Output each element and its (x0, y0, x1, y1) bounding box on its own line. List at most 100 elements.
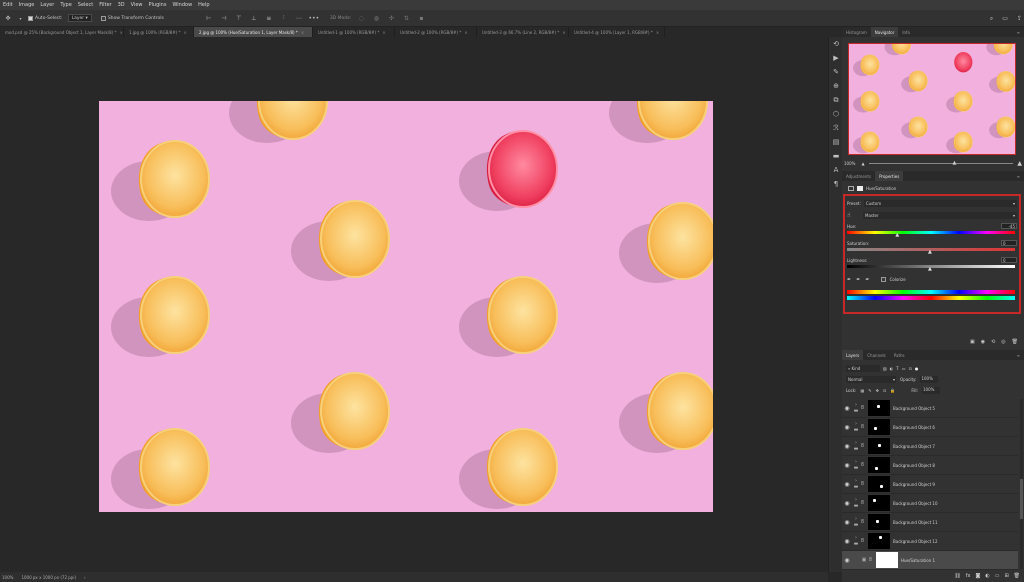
zoom-level[interactable]: 100% (2, 575, 13, 580)
eyedropper-icon[interactable]: ✒ (847, 277, 851, 283)
tab-navigator[interactable]: Navigator (870, 27, 899, 37)
menu-type[interactable]: Type (60, 2, 71, 8)
move-tool-icon[interactable]: ✥ (3, 13, 13, 23)
distribute-icon[interactable]: ⋯ (294, 13, 304, 23)
layer-row[interactable]: ◉ › ▬ 8 Background Object 10 (842, 494, 1018, 513)
filter-smart-icon[interactable]: ⊡ (909, 366, 912, 371)
layer-row[interactable]: ◉ › ▬ 8 Background Object 7 (842, 437, 1018, 456)
eye-icon[interactable]: ◉ (842, 405, 852, 412)
tab-paths[interactable]: Paths (890, 350, 909, 360)
filter-type-icon[interactable]: T (896, 366, 898, 371)
eye-icon[interactable]: ◉ (842, 519, 852, 526)
tab-adjustments[interactable]: Adjustments (842, 171, 875, 181)
menu-filter[interactable]: Filter (99, 2, 111, 8)
align-right-icon[interactable]: ⊤ (234, 13, 244, 23)
filter-kind-dropdown[interactable]: ⌕ Kind (846, 364, 880, 372)
fill-input[interactable]: 100% (922, 386, 941, 394)
eyedropper-plus-icon[interactable]: ✒ (856, 277, 860, 283)
share-icon[interactable]: ⇪ (1017, 15, 1022, 22)
3d-icon[interactable]: ⬡ (829, 107, 843, 121)
paths-icon[interactable]: ℛ (829, 121, 843, 135)
align-left-icon[interactable]: ⊢ (204, 13, 214, 23)
swatches-icon[interactable]: ▤ (829, 135, 843, 149)
new-layer-icon[interactable]: ⊞ (1004, 573, 1008, 579)
layer-row[interactable]: ◉ › ▬ 8 Background Object 6 (842, 418, 1018, 437)
filter-toggle-icon[interactable]: ● (915, 366, 919, 371)
tab-properties[interactable]: Properties (875, 171, 904, 181)
eye-icon[interactable]: ◉ (842, 443, 852, 450)
eye-icon[interactable]: ◉ (842, 557, 852, 564)
chevron-down-icon[interactable]: ▾ (18, 13, 23, 23)
eye-icon[interactable]: ◉ (842, 462, 852, 469)
zoom-slider-handle[interactable]: ▲ (953, 160, 957, 166)
tab-document[interactable]: 1.jpg @ 100% (RGB/8#) * × (124, 27, 194, 37)
clone-source-icon[interactable]: ⊕ (829, 79, 843, 93)
lock-pixels-icon[interactable]: ▦ (860, 388, 864, 393)
menu-window[interactable]: Window (172, 2, 192, 8)
close-icon[interactable]: × (562, 30, 565, 35)
tab-layers[interactable]: Layers (842, 350, 864, 360)
auto-select-dropdown[interactable]: Layer ▾ (67, 14, 92, 22)
eye-icon[interactable]: ◉ (842, 500, 852, 507)
new-adjustment-icon[interactable]: ◐ (985, 573, 989, 579)
layer-row[interactable]: ◉ › ▬ 8 Background Object 5 (842, 399, 1018, 418)
transform-controls-checkbox[interactable]: Show Transform Controls (100, 15, 164, 21)
paragraph-icon[interactable]: ¶ (829, 177, 843, 191)
tab-document[interactable]: mod.psd @ 25% (Background Object 1, Laye… (0, 27, 124, 37)
menu-edit[interactable]: Edit (3, 2, 13, 8)
channel-dropdown[interactable]: Master ▾ (863, 211, 1017, 219)
lightness-slider-handle[interactable]: ▲ (928, 266, 932, 272)
3d-drag-icon[interactable]: ✣ (386, 13, 396, 23)
filter-shape-icon[interactable]: ▭ (902, 366, 906, 371)
tab-document[interactable]: Untitled-4 @ 100% (Layer 1, RGB/8#) * × (569, 27, 665, 37)
zoom-in-icon[interactable]: ▲ (1017, 160, 1022, 167)
close-icon[interactable]: × (301, 30, 304, 35)
tab-document[interactable]: Untitled-3 @ 66.7% (Line 2, RGB/8#) * × (477, 27, 569, 37)
menu-select[interactable]: Select (78, 2, 93, 8)
3d-slide-icon[interactable]: ⇅ (401, 13, 411, 23)
visibility-icon[interactable]: ◎ (1001, 339, 1005, 345)
tab-channels[interactable]: Channels (863, 350, 890, 360)
workspace-icon[interactable]: ▭ (1002, 15, 1008, 22)
panel-menu-icon[interactable]: ≡ (1017, 30, 1024, 35)
reset-icon[interactable]: ⟲ (991, 339, 995, 345)
chevron-right-icon[interactable]: › (84, 575, 86, 580)
hue-input[interactable]: -45 (1001, 223, 1017, 229)
close-icon[interactable]: × (184, 30, 187, 35)
align-bottom-icon[interactable]: ⫶ (279, 13, 289, 23)
targeted-adjustment-icon[interactable]: ☝ (847, 212, 857, 219)
close-icon[interactable]: × (382, 30, 385, 35)
close-icon[interactable]: × (656, 30, 659, 35)
eye-icon[interactable]: ◉ (842, 538, 852, 545)
clip-to-layer-icon[interactable]: ▣ (970, 339, 975, 345)
menu-plugins[interactable]: Plugins (149, 2, 167, 8)
mask-icon[interactable] (857, 185, 863, 191)
trash-icon[interactable]: 🗑 (1012, 339, 1018, 345)
document-canvas[interactable] (99, 101, 713, 512)
layer-row[interactable]: ◉ › ▬ 8 Background Object 9 (842, 475, 1018, 494)
zoom-out-icon[interactable]: ▲ (861, 161, 864, 166)
saturation-slider-handle[interactable]: ▲ (928, 249, 932, 255)
hue-slider[interactable] (847, 231, 1015, 234)
preset-dropdown[interactable]: Custom ▾ (863, 200, 1017, 207)
menu-view[interactable]: View (131, 2, 143, 8)
new-group-icon[interactable]: ▭ (995, 573, 1000, 579)
more-options-icon[interactable]: ••• (309, 13, 320, 23)
close-icon[interactable]: × (120, 30, 123, 35)
layer-row[interactable]: ◉ › ▬ 8 Background Object 8 (842, 456, 1018, 475)
3d-roll-icon[interactable]: ◍ (371, 13, 381, 23)
lock-artboard-icon[interactable]: ⊡ (883, 388, 886, 393)
view-previous-icon[interactable]: ◉ (981, 339, 985, 345)
zoom-slider[interactable]: ▲ (868, 160, 1014, 166)
character-icon[interactable]: A (829, 163, 843, 177)
layer-row[interactable]: ◉ › ▬ 8 Background Object 11 (842, 513, 1018, 532)
search-icon[interactable]: ⌕ (990, 15, 993, 23)
panel-menu-icon[interactable]: ≡ (1017, 174, 1024, 179)
lock-paint-icon[interactable]: ✎ (868, 388, 871, 393)
opacity-input[interactable]: 100% (920, 375, 939, 383)
auto-select-checkbox[interactable]: Auto-Select: (28, 15, 63, 21)
tab-info[interactable]: Info (898, 27, 914, 37)
layers-scrollbar[interactable] (1020, 399, 1023, 569)
add-mask-icon[interactable]: ◙ (975, 573, 980, 579)
history-icon[interactable]: ⟲ (829, 37, 843, 51)
